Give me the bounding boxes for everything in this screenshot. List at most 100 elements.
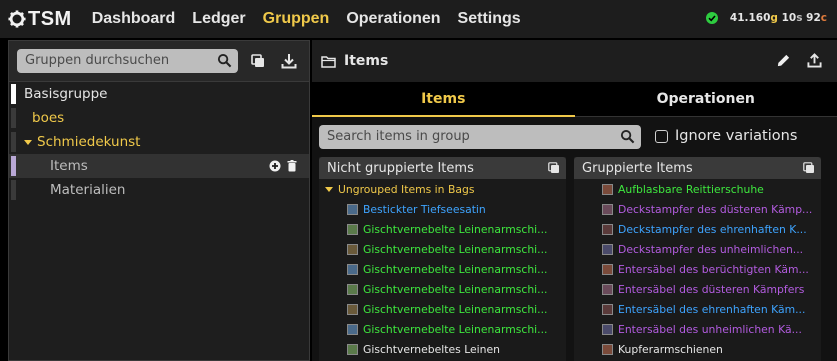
- row-actions: [269, 160, 297, 172]
- tab-operationen[interactable]: Operationen: [574, 82, 837, 117]
- gear-icon: [8, 10, 26, 28]
- select-all-icon[interactable]: [548, 162, 560, 174]
- nav-gruppen[interactable]: Gruppen: [263, 10, 330, 28]
- edit-icon[interactable]: [776, 53, 791, 68]
- item-icon: [347, 223, 358, 235]
- copper-amount: 92: [806, 12, 821, 24]
- tree-item-materialien[interactable]: Materialien: [9, 178, 309, 202]
- status-check-icon: [705, 12, 718, 24]
- list-item[interactable]: Entersäbel des unheimlichen Kä...: [574, 319, 821, 339]
- select-all-icon[interactable]: [803, 162, 815, 174]
- list-item[interactable]: Deckstampfer des ehrenhaften K...: [574, 219, 821, 239]
- list-item[interactable]: Gischtvernebeltes Leinen: [319, 339, 566, 359]
- items-search-placeholder: Search items in group: [327, 129, 470, 144]
- item-name: Deckstampfer des düsteren Kämp...: [618, 202, 813, 216]
- silver-unit: s: [796, 12, 803, 24]
- tree-item-boes[interactable]: boes: [9, 106, 309, 130]
- item-name: Gischtvernebelte Leinenarmschi...: [363, 242, 548, 256]
- grouped-items-header: Gruppierte Items: [574, 157, 821, 179]
- ungrouped-items-title: Nicht gruppierte Items: [327, 160, 474, 176]
- item-icon: [602, 203, 613, 215]
- expand-triangle-icon[interactable]: [325, 186, 333, 192]
- top-bar: TSM Dashboard Ledger Gruppen Operationen…: [0, 0, 837, 38]
- item-name: Gischtvernebelte Leinenarmschi...: [363, 322, 548, 336]
- item-icon: [602, 303, 613, 315]
- nav-dashboard[interactable]: Dashboard: [92, 10, 176, 28]
- gold-unit: g: [770, 12, 778, 24]
- grouped-items-list: Gruppierte Items Aufblasbare Reittiersch…: [574, 157, 821, 361]
- item-icon: [602, 323, 613, 335]
- list-item[interactable]: Gischtvernebelte Leinenarmschi...: [319, 259, 566, 279]
- tsm-logo: TSM: [8, 8, 72, 31]
- tree-item-basisgruppe[interactable]: Basisgruppe: [9, 82, 309, 106]
- item-icon: [347, 343, 358, 355]
- group-color-bar: [11, 180, 16, 200]
- item-name: Bestickter Tiefseesatin: [363, 202, 486, 216]
- item-name: Entersäbel des düsteren Kämpfers: [618, 282, 805, 296]
- groups-search-input[interactable]: Gruppen durchsuchen: [17, 49, 238, 73]
- tree-item-label: Materialien: [50, 182, 126, 198]
- item-icon: [602, 243, 613, 255]
- folder-icon: [321, 55, 336, 68]
- import-icon[interactable]: [281, 53, 297, 69]
- list-item[interactable]: Entersäbel des berüchtigten Käm...: [574, 259, 821, 279]
- item-name: Aufblasbare Reittierschuhe: [618, 182, 764, 196]
- ignore-variations-checkbox[interactable]: [655, 129, 668, 143]
- grouped-items-title: Gruppierte Items: [582, 160, 693, 176]
- search-icon: [217, 53, 232, 68]
- gold-display: 41.160 g 10 s 92 c: [705, 12, 827, 24]
- tab-items[interactable]: Items: [312, 82, 575, 117]
- header-actions: [776, 53, 822, 68]
- list-item[interactable]: Bestickter Tiefseesatin: [319, 199, 566, 219]
- group-color-bar: [11, 156, 16, 176]
- export-icon[interactable]: [807, 53, 822, 68]
- item-icon: [347, 203, 358, 215]
- item-name: Gischtvernebeltes Leinen: [363, 342, 500, 356]
- tree-item-schmiedekunst[interactable]: Schmiedekunst: [9, 130, 309, 154]
- group-color-bar: [11, 84, 16, 104]
- item-icon: [602, 183, 613, 195]
- list-item[interactable]: Gischtvernebelte Leinenarmschi...: [319, 239, 566, 259]
- list-item[interactable]: Deckstampfer des düsteren Kämp...: [574, 199, 821, 219]
- tree-item-label: Schmiedekunst: [37, 134, 141, 150]
- duplicate-icon[interactable]: [250, 53, 266, 69]
- item-icon: [347, 323, 358, 335]
- copper-unit: c: [820, 12, 827, 24]
- item-name: Gischtvernebelte Leinenarmschi...: [363, 262, 548, 276]
- nav-operationen[interactable]: Operationen: [346, 10, 440, 28]
- item-icon: [347, 303, 358, 315]
- list-item[interactable]: Entersäbel des düsteren Kämpfers: [574, 279, 821, 299]
- ungrouped-items-list: Nicht gruppierte Items Ungrouped Items i…: [319, 157, 566, 361]
- list-item[interactable]: Kupferarmschienen: [574, 339, 821, 359]
- groups-panel: Gruppen durchsuchen Basisgruppe boes Sch…: [8, 40, 310, 361]
- nav-ledger[interactable]: Ledger: [192, 10, 245, 28]
- ungrouped-items-header: Nicht gruppierte Items: [319, 157, 566, 179]
- group-detail-panel: Items Items Operationen Search items in …: [312, 40, 837, 361]
- items-search-input[interactable]: Search items in group: [319, 125, 641, 149]
- main-nav: Dashboard Ledger Gruppen Operationen Set…: [92, 10, 538, 28]
- delete-icon[interactable]: [287, 160, 297, 172]
- list-item[interactable]: Aufblasbare Reittierschuhe: [574, 179, 821, 199]
- item-icon: [602, 283, 613, 295]
- nav-settings[interactable]: Settings: [458, 10, 521, 28]
- detail-tabs: Items Operationen: [312, 82, 837, 117]
- ignore-variations-toggle[interactable]: Ignore variations: [655, 128, 797, 144]
- list-item[interactable]: Gischtvernebelte Leinenarmschi...: [319, 299, 566, 319]
- list-item[interactable]: Gischtvernebelte Leinenarmschi...: [319, 219, 566, 239]
- list-item[interactable]: Gischtvernebelte Leinenarmschi...: [319, 319, 566, 339]
- tree-item-label: Basisgruppe: [24, 86, 108, 102]
- item-name: Entersäbel des ehrenhaften Käm...: [618, 302, 806, 316]
- tree-item-label: boes: [32, 110, 65, 126]
- list-item[interactable]: Gischtvernebelte Leinenarmschi...: [319, 279, 566, 299]
- list-item[interactable]: Entersäbel des ehrenhaften Käm...: [574, 299, 821, 319]
- add-icon[interactable]: [269, 160, 281, 172]
- ignore-variations-label: Ignore variations: [675, 128, 798, 144]
- item-icon: [347, 243, 358, 255]
- expand-triangle-icon[interactable]: [24, 139, 32, 145]
- groups-panel-header: Gruppen durchsuchen: [9, 41, 309, 82]
- item-name: Entersäbel des unheimlichen Kä...: [618, 322, 802, 336]
- tree-item-items[interactable]: Items: [9, 154, 309, 178]
- ungrouped-bags-group[interactable]: Ungrouped Items in Bags: [319, 179, 566, 199]
- item-name: Kupferarmschienen: [618, 342, 723, 356]
- list-item[interactable]: Deckstampfer des unheimlichen...: [574, 239, 821, 259]
